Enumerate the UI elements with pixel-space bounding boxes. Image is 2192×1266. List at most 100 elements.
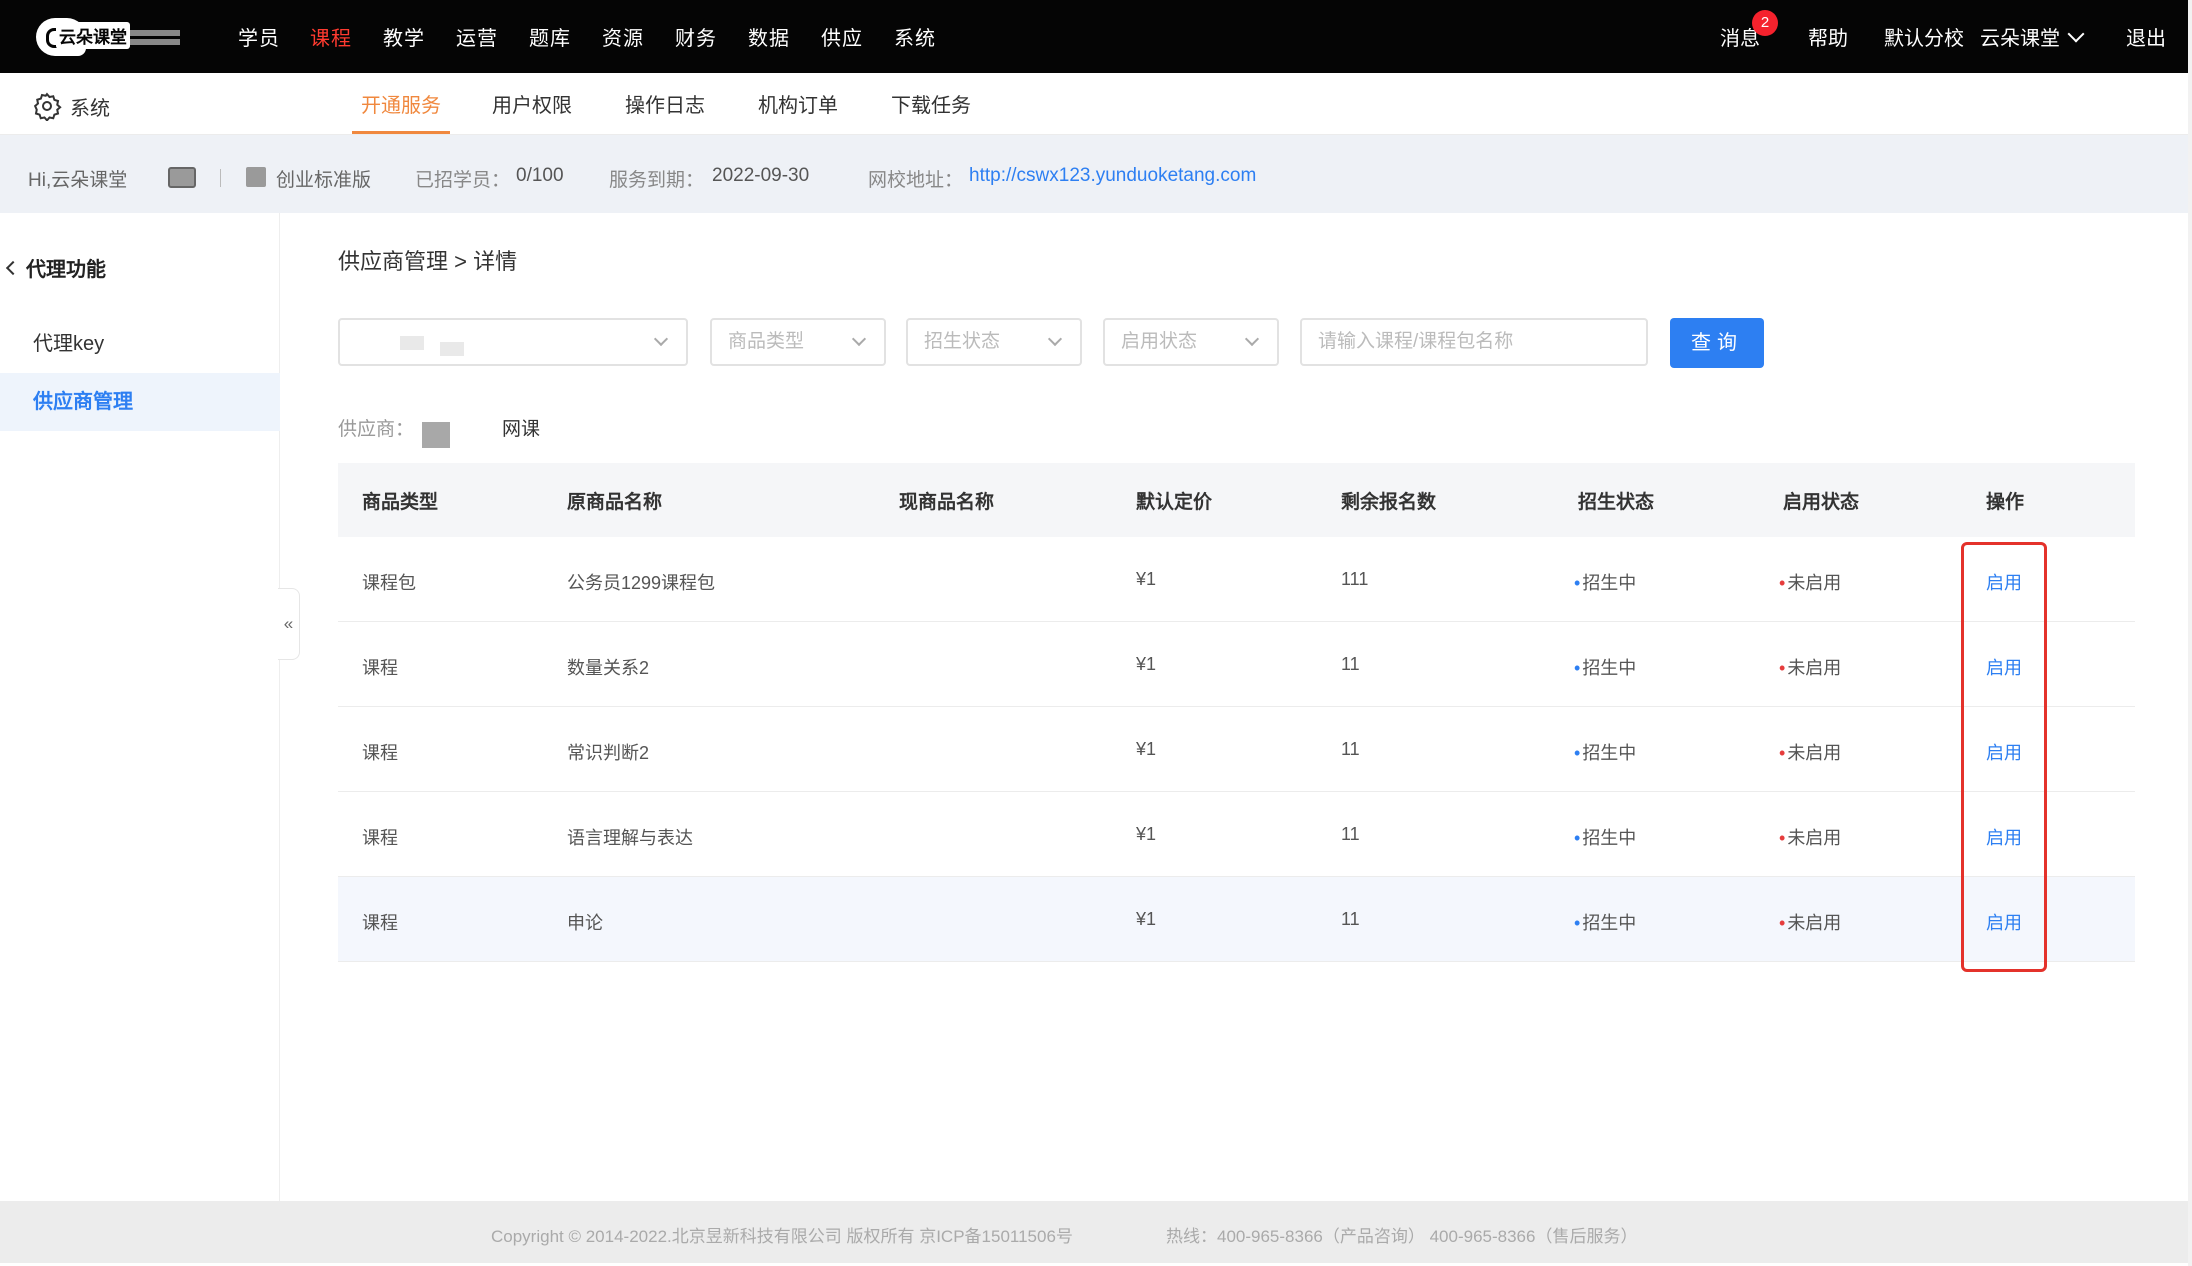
system-label-text: 系统 (70, 97, 110, 120)
enroll-status-placeholder: 招生状态 (924, 331, 1001, 352)
tab-operation-logs[interactable]: 操作日志 (625, 89, 705, 118)
nav-item-finance[interactable]: 财务 (675, 22, 717, 51)
table-row: 课程 常识判断2 ¥1 11 招生中 未启用 启用 (338, 707, 2135, 792)
nav-item-resources[interactable]: 资源 (602, 22, 644, 51)
expiry-label: 服务到期： (609, 170, 705, 191)
table-row: 课程 申论 ¥1 11 招生中 未启用 启用 (338, 877, 2135, 962)
sidebar-item-agent-key[interactable]: 代理key (0, 315, 280, 373)
supplier-name: 网课 (502, 419, 541, 440)
expiry-value: 2022-09-30 (712, 165, 810, 186)
sidebar-title-text: 代理功能 (26, 259, 106, 281)
chevron-down-icon (653, 331, 669, 347)
footer: Copyright © 2014-2022.北京昱新科技有限公司 版权所有 京I… (0, 1201, 2188, 1263)
table-row: 课程 语言理解与表达 ¥1 11 招生中 未启用 启用 (338, 792, 2135, 877)
chevron-down-icon (1244, 331, 1260, 347)
enable-status-select[interactable]: 启用状态 (1103, 318, 1279, 366)
sidebar-back-title[interactable]: 代理功能 (5, 253, 106, 282)
tab-user-permissions[interactable]: 用户权限 (492, 89, 572, 118)
account-name: 云朵课堂 (1980, 28, 2060, 50)
nav-item-teaching[interactable]: 教学 (383, 22, 425, 51)
hotline-text: 热线：400-965-8366（产品咨询） 400-965-8366（售后服务） (1166, 1227, 1638, 1246)
course-search-input[interactable] (1300, 318, 1648, 366)
help-link[interactable]: 帮助 (1808, 22, 1848, 51)
nav-item-operations[interactable]: 运营 (456, 22, 498, 51)
redacted-block (400, 336, 424, 350)
cell-remaining: 11 (1341, 909, 1360, 929)
tab-open-services[interactable]: 开通服务 (361, 89, 441, 118)
table-row: 课程包 公务员1299课程包 ¥1 111 招生中 未启用 启用 (338, 537, 2135, 622)
logo-text: 云朵课堂 (56, 22, 130, 49)
column-header: 启用状态 (1783, 492, 1860, 513)
nav-item-students[interactable]: 学员 (238, 22, 280, 51)
table-header: 商品类型 原商品名称 现商品名称 默认定价 剩余报名数 招生状态 启用状态 操作 (338, 463, 2135, 537)
nav-item-data[interactable]: 数据 (748, 22, 790, 51)
students-label: 已招学员： (415, 170, 511, 191)
tab-org-orders[interactable]: 机构订单 (758, 89, 838, 118)
site-url-link[interactable]: http://cswx123.yunduoketang.com (969, 165, 1256, 187)
cell-enable-status: 未启用 (1779, 739, 1841, 765)
column-header: 现商品名称 (899, 492, 995, 513)
account-menu[interactable]: 云朵课堂 (1980, 22, 2085, 51)
column-header: 招生状态 (1578, 492, 1655, 513)
cell-price: ¥1 (1136, 909, 1157, 929)
id-card-icon[interactable] (168, 167, 196, 188)
cell-orig-name: 语言理解与表达 (567, 828, 693, 848)
column-header: 默认定价 (1136, 492, 1213, 513)
cell-enroll-status: 招生中 (1574, 824, 1636, 850)
greeting-text: Hi,云朵课堂 (28, 170, 128, 191)
copyright-text: Copyright © 2014-2022.北京昱新科技有限公司 版权所有 京I… (491, 1227, 1073, 1246)
cell-orig-name: 公务员1299课程包 (567, 573, 716, 593)
sidebar-item-supplier-management[interactable]: 供应商管理 (0, 373, 280, 431)
sub-nav-bar: 系统 开通服务 用户权限 操作日志 机构订单 下载任务 (0, 73, 2188, 135)
nav-item-question-bank[interactable]: 题库 (529, 22, 571, 51)
site-label: 网校地址： (868, 170, 964, 191)
nav-item-courses[interactable]: 课程 (310, 22, 352, 51)
column-header: 原商品名称 (567, 492, 663, 513)
cell-remaining: 111 (1341, 569, 1369, 589)
column-header: 操作 (1986, 492, 2025, 513)
redacted-block (422, 422, 450, 448)
chevron-down-icon (1047, 331, 1063, 347)
brand-logo[interactable]: 云朵课堂 (36, 14, 198, 60)
query-button[interactable]: 查询 (1670, 318, 1764, 368)
sidebar: 代理功能 代理key 供应商管理 (0, 213, 280, 1201)
nav-item-supply[interactable]: 供应 (821, 22, 863, 51)
cell-enable-status: 未启用 (1779, 824, 1841, 850)
nav-item-system[interactable]: 系统 (894, 22, 936, 51)
message-count-badge: 2 (1752, 10, 1778, 36)
cell-type: 课程 (362, 828, 398, 848)
column-header: 剩余报名数 (1341, 492, 1437, 513)
tab-download-tasks[interactable]: 下载任务 (891, 89, 971, 118)
branch-selector[interactable]: 默认分校 (1884, 22, 1964, 51)
cell-price: ¥1 (1136, 654, 1157, 674)
enable-status-placeholder: 启用状态 (1121, 331, 1198, 352)
cell-type: 课程 (362, 743, 398, 763)
cell-orig-name: 常识判断2 (567, 743, 650, 763)
logout-link[interactable]: 退出 (2126, 22, 2166, 51)
window-edge (2188, 0, 2192, 1266)
system-section-label: 系统 (32, 91, 110, 121)
cell-enroll-status: 招生中 (1574, 569, 1636, 595)
cell-enroll-status: 招生中 (1574, 654, 1636, 680)
product-type-select[interactable]: 商品类型 (710, 318, 886, 366)
cell-price: ¥1 (1136, 739, 1157, 759)
cell-remaining: 11 (1341, 824, 1360, 844)
supplier-select[interactable] (338, 318, 688, 366)
cell-orig-name: 申论 (567, 913, 603, 933)
redacted-block (440, 342, 464, 356)
breadcrumb: 供应商管理 > 详情 (338, 249, 518, 274)
enroll-status-select[interactable]: 招生状态 (906, 318, 1082, 366)
cell-price: ¥1 (1136, 824, 1157, 844)
cell-remaining: 11 (1341, 654, 1360, 674)
table-row: 课程 数量关系2 ¥1 11 招生中 未启用 启用 (338, 622, 2135, 707)
cell-enroll-status: 招生中 (1574, 739, 1636, 765)
cell-enable-status: 未启用 (1779, 569, 1841, 595)
cell-enable-status: 未启用 (1779, 654, 1841, 680)
product-table: 商品类型 原商品名称 现商品名称 默认定价 剩余报名数 招生状态 启用状态 操作… (338, 463, 2135, 962)
cell-price: ¥1 (1136, 569, 1157, 589)
sidebar-collapse-toggle[interactable]: « (278, 588, 300, 660)
chevron-down-icon (2067, 25, 2085, 43)
divider (220, 169, 221, 187)
supplier-label: 供应商： (338, 419, 415, 440)
edition-icon (246, 167, 266, 187)
